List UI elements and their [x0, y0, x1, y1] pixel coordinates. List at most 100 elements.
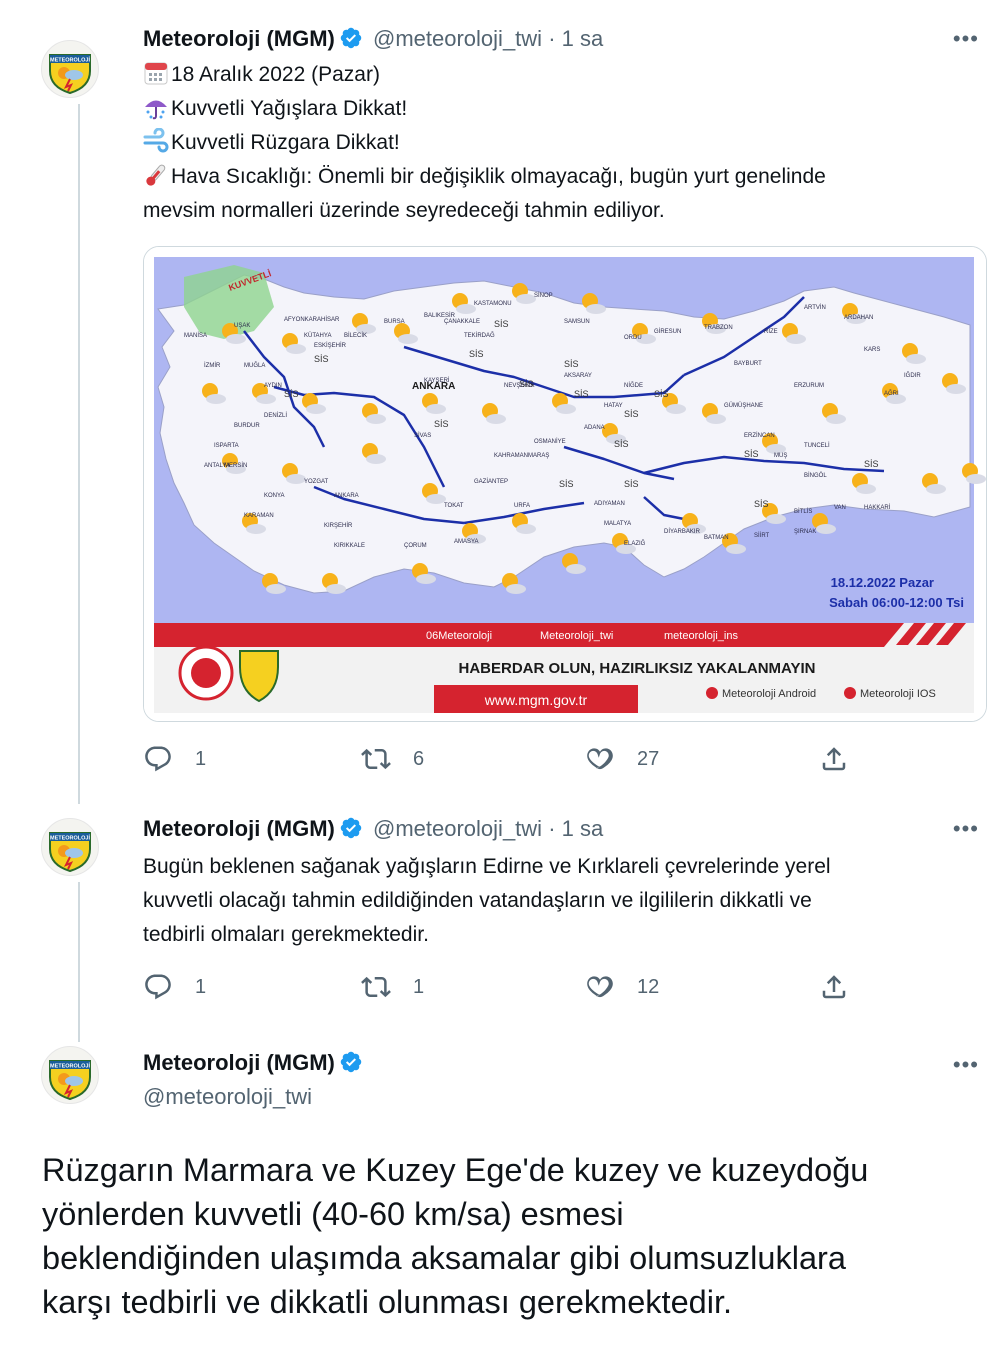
- avatar[interactable]: METEOROLOJİ: [41, 1046, 99, 1104]
- city-label: KONYA: [264, 493, 285, 499]
- city-label: OSMANİYE: [534, 438, 566, 445]
- tweet-line: tedbirli olmaları gerekmektedir.: [143, 923, 429, 946]
- verified-badge-icon: [339, 816, 363, 846]
- city-label: KIRIKKALE: [334, 543, 365, 549]
- retweet-icon: [361, 748, 391, 770]
- city-label: UŞAK: [234, 323, 250, 329]
- fog-label: SİS: [654, 389, 669, 399]
- fog-label: SİS: [469, 349, 484, 359]
- city-label: DENİZLİ: [264, 412, 287, 419]
- city-label: GİRESUN: [654, 328, 681, 335]
- twitter-handle: Meteoroloji_twi: [540, 630, 613, 642]
- like-button[interactable]: 27: [585, 744, 659, 774]
- umbrella-rain-icon: [143, 94, 169, 120]
- fog-label: SİS: [314, 354, 329, 364]
- logo-text: METEOROLOJİ: [50, 835, 91, 842]
- tweet-line: Bugün beklenen sağanak yağışların Edirne…: [143, 855, 831, 878]
- city-label: KÜTAHYA: [304, 332, 331, 339]
- city-label: TOKAT: [444, 503, 464, 509]
- city-label: BALIKESİR: [424, 312, 456, 319]
- fog-label: SİS: [614, 439, 629, 449]
- city-label: ŞIRNAK: [794, 529, 816, 535]
- tweet-header: Meteoroloji (MGM) @meteoroloji_twi · 1 s…: [143, 816, 603, 846]
- tweet-time[interactable]: · 1 sa: [548, 816, 603, 841]
- share-button[interactable]: [819, 972, 871, 1002]
- more-options-icon[interactable]: •••: [953, 816, 979, 842]
- author-name[interactable]: Meteoroloji (MGM): [143, 1050, 335, 1075]
- author-name[interactable]: Meteoroloji (MGM): [143, 26, 335, 51]
- city-label: BİNGÖL: [804, 472, 827, 479]
- author-handle[interactable]: @meteoroloji_twi: [373, 816, 542, 841]
- fog-label: SİS: [574, 389, 589, 399]
- tweet-2[interactable]: METEOROLOJİ Meteoroloji (MGM) @meteorolo…: [0, 806, 1007, 1042]
- tweet-line: mevsim normalleri üzerinde seyredeceği t…: [143, 199, 665, 222]
- city-label: BİLECİK: [344, 332, 367, 339]
- weather-map-image[interactable]: KUVVETLİ SİS SİS SİS SİS SİS SİS SİS SİS SİS SİS S…: [143, 246, 987, 722]
- fog-label: SİS: [624, 409, 639, 419]
- facebook-handle: 06Meteoroloji: [426, 630, 492, 642]
- footer-slogan: HABERDAR OLUN, HAZIRLIKSIZ YAKALANMAYIN: [459, 660, 816, 677]
- city-label: SİVAS: [414, 432, 431, 439]
- fog-label: SİS: [564, 359, 579, 369]
- share-button[interactable]: [819, 744, 871, 774]
- tweet-line: Kuvvetli Rüzgara Dikkat!: [143, 126, 973, 160]
- retweet-button[interactable]: 6: [361, 744, 424, 774]
- city-label: ORDU: [624, 335, 642, 341]
- thread-line: [78, 104, 80, 804]
- city-label: ARTVİN: [804, 304, 826, 311]
- wind-icon: [143, 127, 169, 154]
- fog-label: SİS: [434, 419, 449, 429]
- author-name[interactable]: Meteoroloji (MGM): [143, 816, 335, 841]
- tweet-line: yönlerden kuvvetli (40-60 km/sa) esmesi: [42, 1196, 624, 1232]
- app-android: Meteoroloji Android: [722, 688, 816, 700]
- city-label: ANTALYA: [204, 463, 230, 469]
- tweet-text: Rüzgarın Marmara ve Kuzey Ege'de kuzey v…: [42, 1148, 992, 1324]
- capital-label: ANKARA: [412, 381, 455, 392]
- author-handle[interactable]: @meteoroloji_twi: [373, 26, 542, 51]
- city-label: BURSA: [384, 319, 405, 325]
- city-label: NEVŞEHİR: [504, 382, 535, 389]
- avatar[interactable]: METEOROLOJİ: [41, 818, 99, 876]
- more-options-icon[interactable]: •••: [953, 1052, 979, 1078]
- more-options-icon[interactable]: •••: [953, 26, 979, 52]
- tweet-text: Bugün beklenen sağanak yağışların Edirne…: [143, 850, 973, 952]
- tweet-actions: 1 6 27: [143, 744, 863, 776]
- reply-button[interactable]: 1: [143, 972, 206, 1002]
- retweet-icon: [361, 976, 391, 998]
- author-handle[interactable]: @meteoroloji_twi: [143, 1084, 312, 1110]
- verified-badge-icon: [339, 26, 363, 56]
- city-label: MUŞ: [774, 453, 787, 459]
- logo-text: METEOROLOJİ: [50, 1063, 91, 1070]
- tweet-line: Rüzgarın Marmara ve Kuzey Ege'de kuzey v…: [42, 1152, 869, 1188]
- city-label: ERZİNCAN: [744, 432, 775, 439]
- tweet-time[interactable]: · 1 sa: [548, 26, 603, 51]
- avatar[interactable]: METEOROLOJİ: [41, 40, 99, 98]
- tweet-3-focused[interactable]: METEOROLOJİ Meteoroloji (MGM) @meteorolo…: [0, 1030, 1007, 1352]
- city-label: HATAY: [604, 403, 623, 409]
- city-label: URFA: [514, 503, 530, 509]
- city-label: TEKİRDAĞ: [464, 332, 495, 339]
- tweet-text: 18 Aralık 2022 (Pazar) Kuvvetli Yağışlar…: [143, 58, 973, 228]
- city-label: MALATYA: [604, 521, 631, 527]
- city-label: TUNCELİ: [804, 442, 830, 449]
- city-label: ERZURUM: [794, 383, 824, 389]
- like-button[interactable]: 12: [585, 972, 659, 1002]
- thread-line: [78, 882, 80, 1042]
- city-label: SİİRT: [754, 532, 770, 539]
- city-label: KARAMAN: [244, 513, 274, 519]
- fog-label: SİS: [284, 389, 299, 399]
- reply-icon: [145, 746, 171, 772]
- reply-button[interactable]: 1: [143, 744, 206, 774]
- fog-label: SİS: [864, 459, 879, 469]
- city-label: İZMİR: [204, 362, 221, 369]
- city-label: KIRŞEHİR: [324, 522, 353, 529]
- city-label: RİZE: [764, 328, 778, 335]
- city-label: ANKARA: [334, 493, 359, 499]
- city-label: ÇANAKKALE: [444, 319, 480, 325]
- tweet-1[interactable]: METEOROLOJİ Meteoroloji (MGM) @meteorolo…: [0, 0, 1007, 804]
- map-period: Sabah 06:00-12:00 Tsi: [829, 595, 964, 610]
- city-label: AKSARAY: [564, 373, 592, 379]
- retweet-button[interactable]: 1: [361, 972, 424, 1002]
- city-label: HAKKARİ: [864, 504, 891, 511]
- tweet-line: kuvvetli olacağı tahmin edildiğinden vat…: [143, 889, 812, 912]
